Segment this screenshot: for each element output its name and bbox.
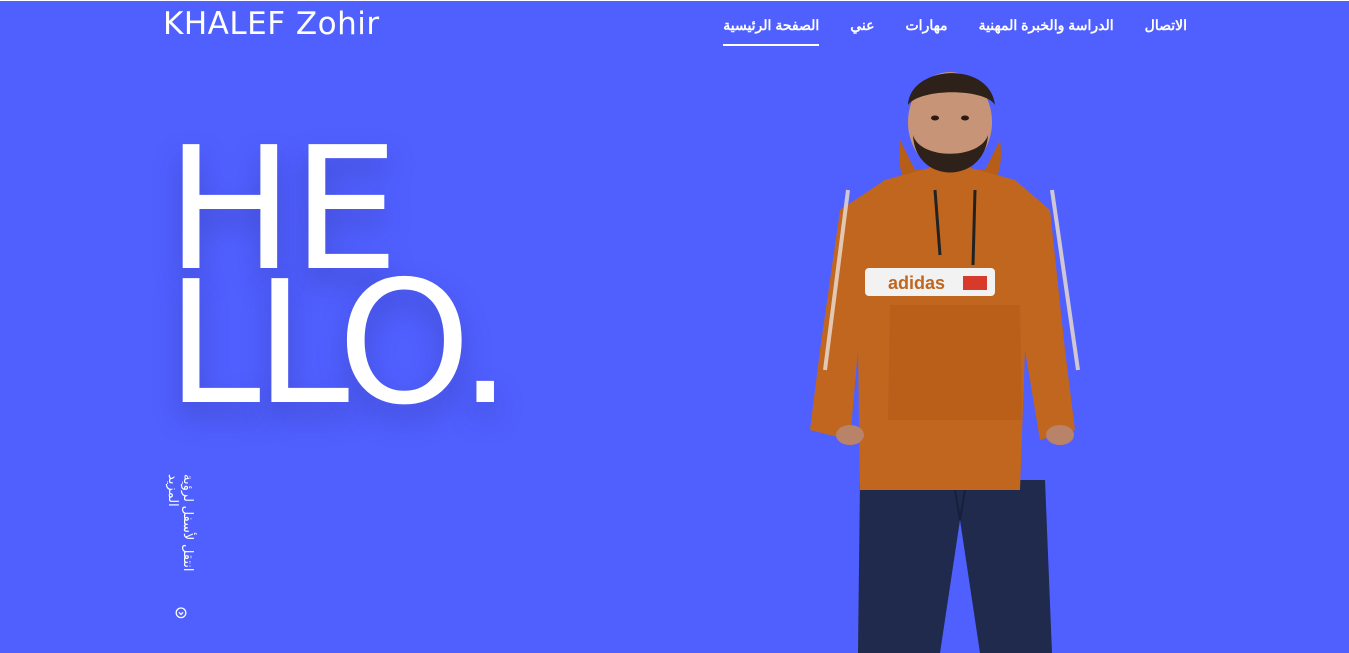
- nav-item-contact[interactable]: الاتصال: [1145, 17, 1187, 46]
- main-nav: الصفحة الرئيسية عني مهارات الدراسة والخب…: [723, 17, 1187, 46]
- hero-heading-line-2: LLO.: [166, 245, 512, 443]
- brand-logo[interactable]: KHALEF Zohir: [163, 6, 380, 42]
- scroll-down-hint[interactable]: انتقل لأسفل لرؤية المزيد: [166, 474, 196, 619]
- top-border: [0, 0, 1349, 1]
- nav-item-skills[interactable]: مهارات: [906, 17, 948, 46]
- scroll-hint-label: انتقل لأسفل لرؤية المزيد: [166, 474, 196, 572]
- jacket-logo-text: adidas: [888, 273, 945, 293]
- nav-item-about[interactable]: عني: [850, 17, 874, 46]
- nav-item-education-experience[interactable]: الدراسة والخبرة المهنية: [979, 17, 1114, 46]
- circle-arrow-down-icon: [175, 607, 187, 619]
- nav-item-home[interactable]: الصفحة الرئيسية: [723, 17, 820, 46]
- profile-photo: adidas: [810, 72, 1080, 653]
- hero-heading: HE LLO.: [166, 125, 586, 443]
